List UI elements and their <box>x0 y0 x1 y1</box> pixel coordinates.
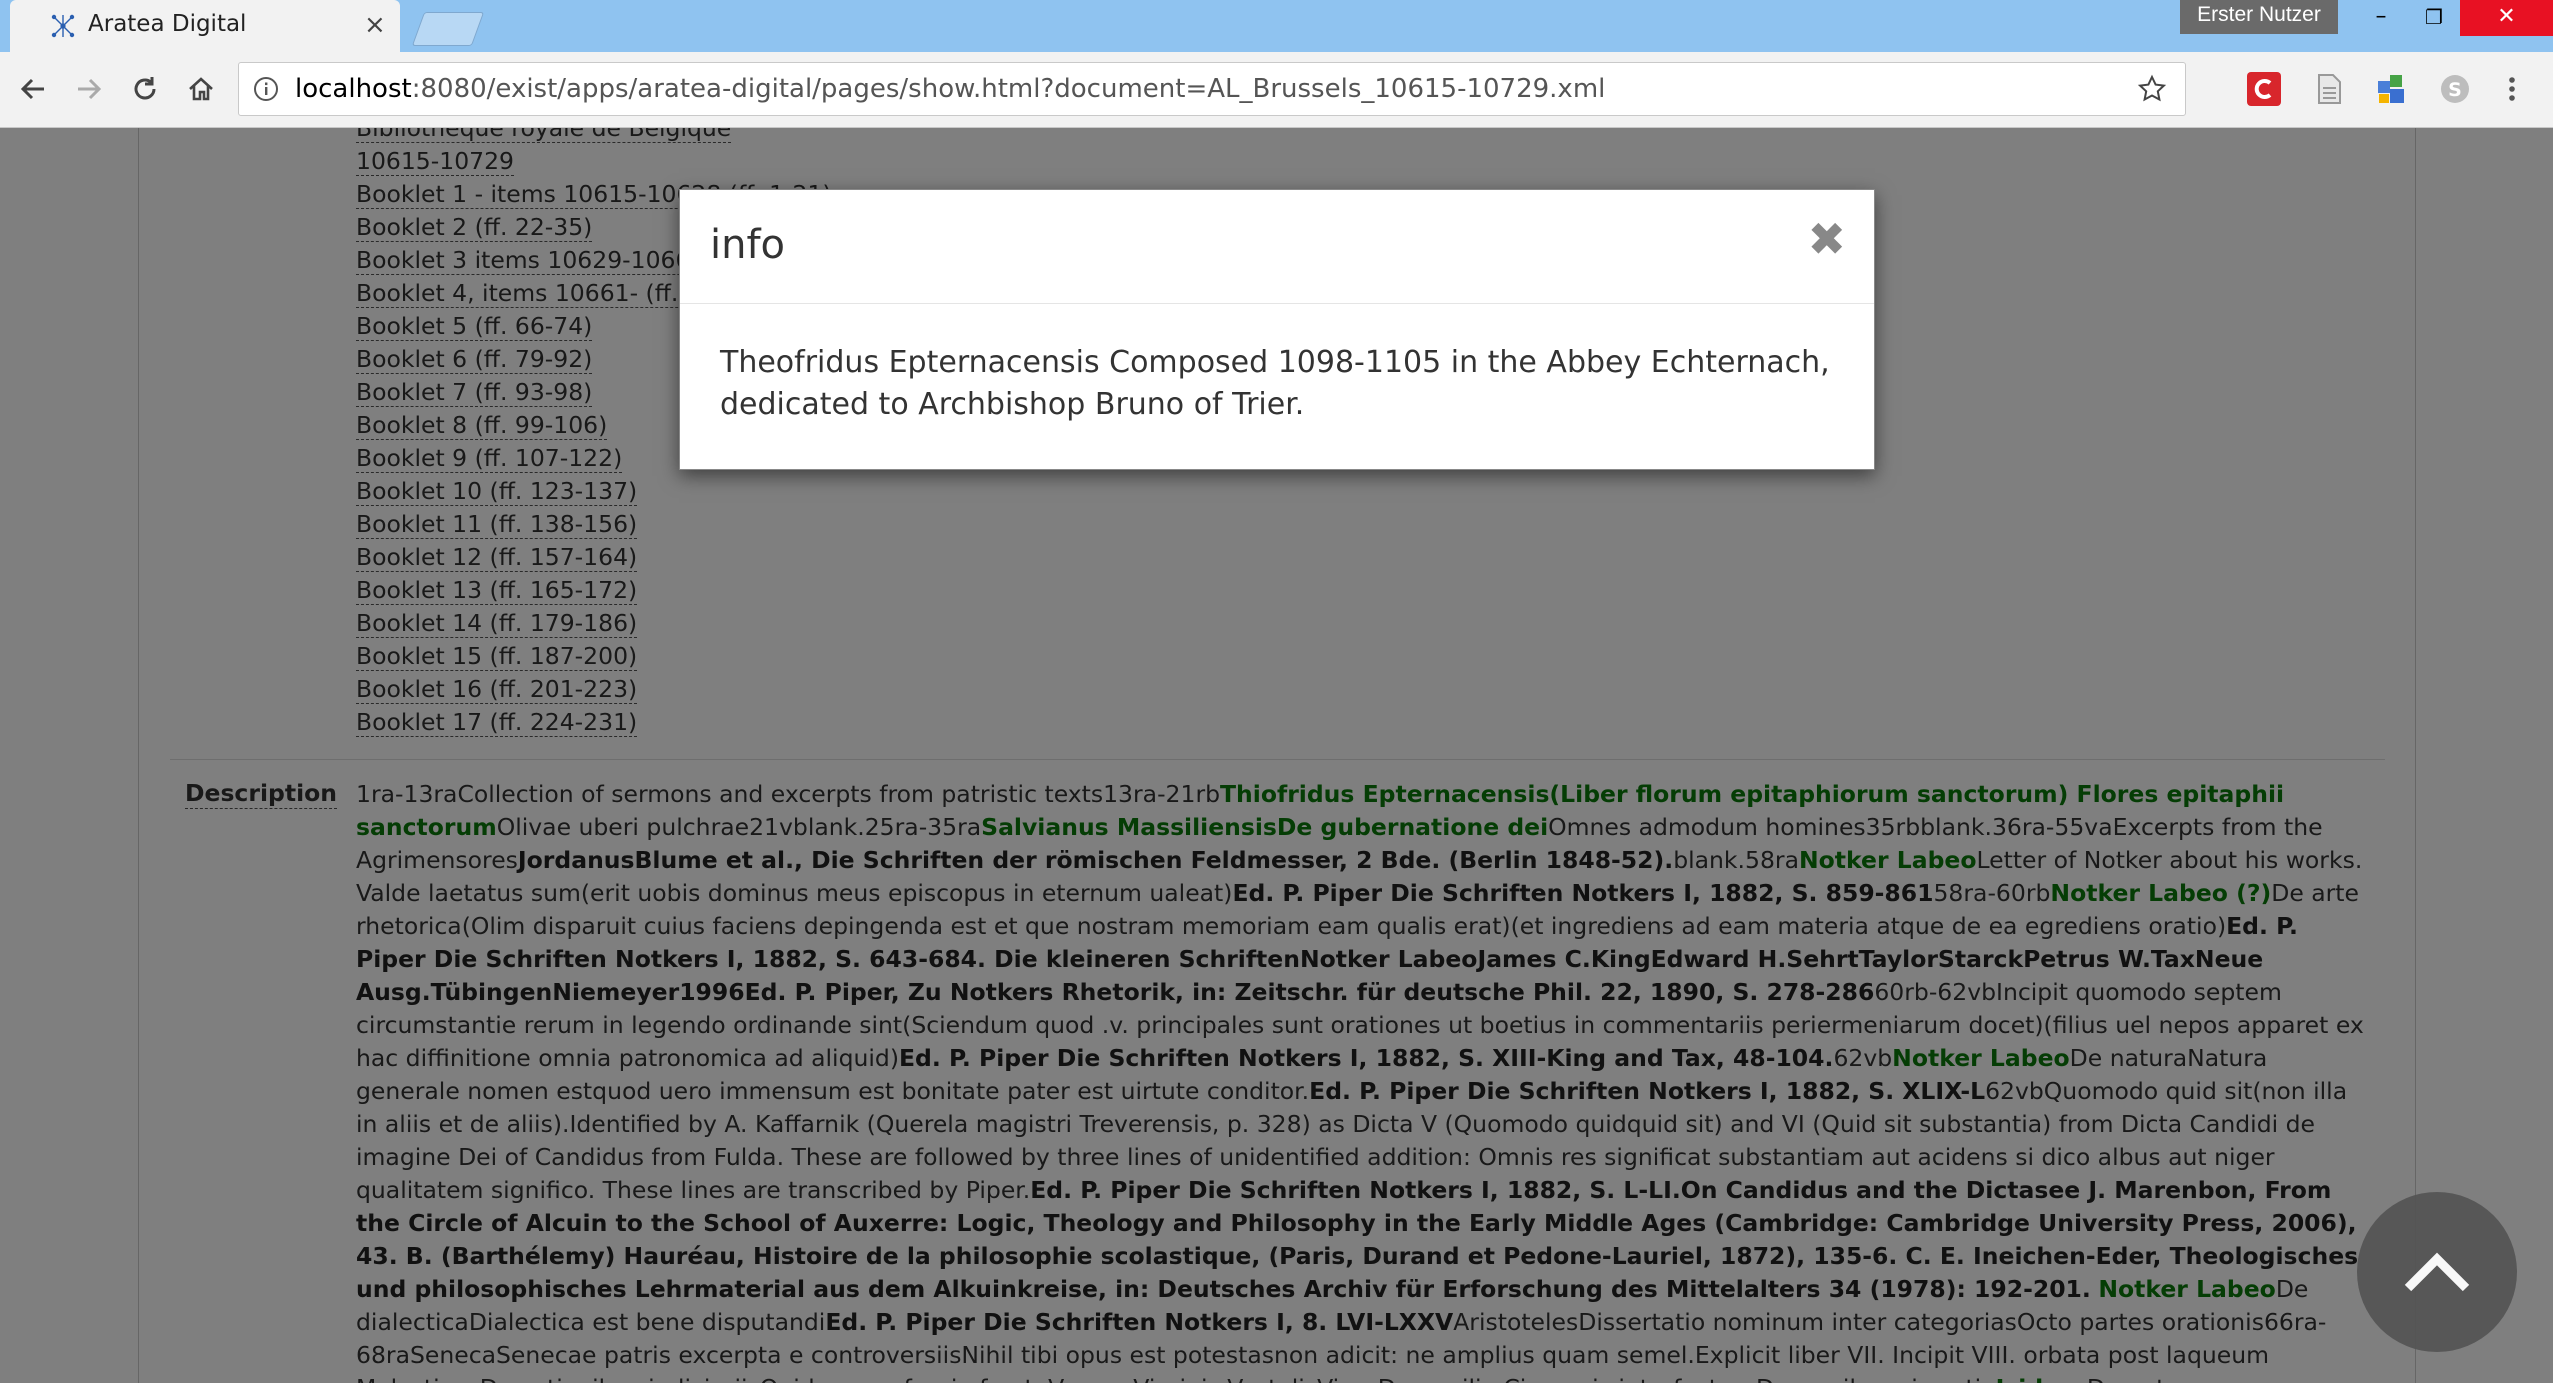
minimize-button[interactable]: – <box>2352 0 2410 36</box>
tab-title: Aratea Digital <box>88 11 247 37</box>
url-text[interactable]: localhost:8080/exist/apps/aratea-digital… <box>295 74 1605 104</box>
back-icon[interactable] <box>12 68 54 110</box>
skype-icon[interactable]: S <box>2438 72 2472 106</box>
svg-text:S: S <box>2448 79 2462 101</box>
new-tab-button[interactable] <box>411 12 485 46</box>
home-icon[interactable] <box>180 68 222 110</box>
chevron-up-icon <box>2404 1252 2470 1292</box>
tab-close-icon[interactable]: × <box>364 10 386 40</box>
info-modal: info ✖ Theofridus Epternacensis Composed… <box>679 189 1875 470</box>
browser-titlebar: Aratea Digital × Erster Nutzer – ❐ ✕ <box>0 0 2553 52</box>
browser-tab[interactable]: Aratea Digital × <box>10 0 400 52</box>
extension-c-icon[interactable] <box>2247 72 2281 106</box>
window-close-button[interactable]: ✕ <box>2460 0 2553 36</box>
document-icon[interactable] <box>2312 72 2346 106</box>
menu-icon[interactable] <box>2502 72 2522 106</box>
puzzle-icon[interactable] <box>2375 72 2409 106</box>
star-icon[interactable] <box>2137 74 2167 104</box>
profile-button[interactable]: Erster Nutzer <box>2180 0 2338 34</box>
restore-button[interactable]: ❐ <box>2405 0 2463 36</box>
reload-icon[interactable] <box>124 68 166 110</box>
aratea-favicon-icon <box>51 14 75 38</box>
forward-icon[interactable] <box>68 68 110 110</box>
browser-toolbar: localhost:8080/exist/apps/aratea-digital… <box>0 52 2553 128</box>
scroll-to-top-button[interactable] <box>2357 1192 2517 1352</box>
modal-title: info <box>710 222 786 268</box>
close-icon[interactable]: ✖ <box>1807 216 1846 262</box>
modal-header: info ✖ <box>680 190 1874 304</box>
address-bar[interactable]: localhost:8080/exist/apps/aratea-digital… <box>238 62 2186 116</box>
modal-body-text: Theofridus Epternacensis Composed 1098-1… <box>720 345 1830 422</box>
info-icon[interactable] <box>253 76 279 102</box>
